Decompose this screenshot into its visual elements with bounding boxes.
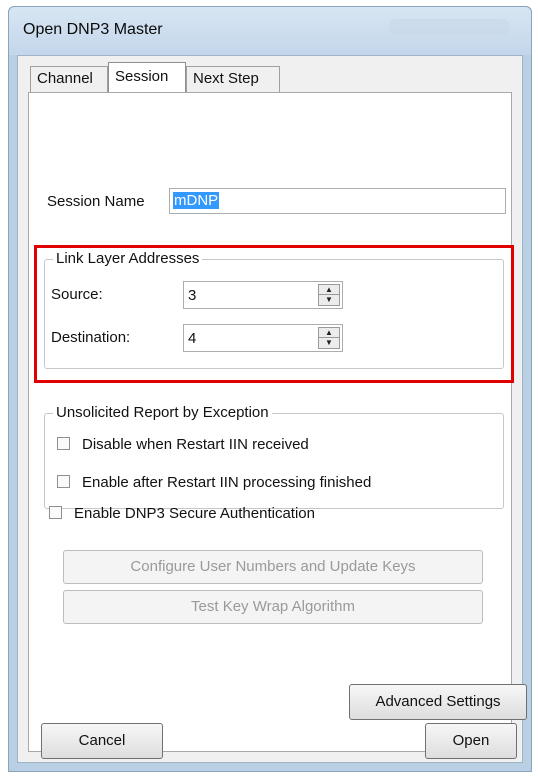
advanced-settings-button[interactable]: Advanced Settings [349,684,527,720]
source-label: Source: [51,286,103,303]
configure-keys-button[interactable]: Configure User Numbers and Update Keys [63,550,483,584]
unsolicited-group: Unsolicited Report by Exception Disable … [44,404,504,509]
window-title: Open DNP3 Master [23,21,163,38]
destination-spinner[interactable]: 4 ▲ ▼ [183,324,343,352]
secure-auth-checkbox[interactable] [49,506,62,519]
disable-restart-label: Disable when Restart IIN received [82,436,309,453]
dialog-window: Open DNP3 Master Channel Session Next St… [8,6,532,772]
tab-channel[interactable]: Channel [30,66,108,92]
session-name-input[interactable]: mDNP [169,188,506,214]
enable-restart-label: Enable after Restart IIN processing fini… [82,474,372,491]
spin-up-icon[interactable]: ▲ [319,285,339,295]
cancel-button[interactable]: Cancel [41,723,163,759]
unsolicited-legend: Unsolicited Report by Exception [53,404,272,421]
session-name-label: Session Name [47,193,145,210]
dialog-client: Channel Session Next Step Session Name m… [17,55,527,763]
tab-next-step[interactable]: Next Step [186,66,280,92]
enable-restart-checkbox[interactable] [57,475,70,488]
link-layer-group: Link Layer Addresses Source: 3 ▲ ▼ Desti… [44,250,504,369]
title-bar[interactable]: Open DNP3 Master [9,7,531,55]
spin-down-icon[interactable]: ▼ [319,295,339,305]
source-spin-buttons[interactable]: ▲ ▼ [318,284,340,306]
session-name-value: mDNP [173,192,220,209]
secure-auth-label: Enable DNP3 Secure Authentication [74,505,315,522]
enable-restart-checkbox-row[interactable]: Enable after Restart IIN processing fini… [57,474,371,491]
disable-restart-checkbox[interactable] [57,437,70,450]
session-page: Session Name mDNP Link Layer Addresses S… [28,92,527,759]
destination-value: 4 [188,330,197,347]
spin-down-icon[interactable]: ▼ [319,338,339,348]
link-layer-legend: Link Layer Addresses [53,250,203,267]
source-spinner[interactable]: 3 ▲ ▼ [183,281,343,309]
test-key-wrap-button[interactable]: Test Key Wrap Algorithm [63,590,483,624]
destination-label: Destination: [51,329,131,346]
tab-session[interactable]: Session [108,62,186,92]
spin-up-icon[interactable]: ▲ [319,328,339,338]
title-bar-controls [389,19,509,35]
open-button[interactable]: Open [425,723,517,759]
source-value: 3 [188,287,197,304]
destination-spin-buttons[interactable]: ▲ ▼ [318,327,340,349]
disable-restart-checkbox-row[interactable]: Disable when Restart IIN received [57,436,309,453]
secure-auth-checkbox-row[interactable]: Enable DNP3 Secure Authentication [49,505,315,522]
